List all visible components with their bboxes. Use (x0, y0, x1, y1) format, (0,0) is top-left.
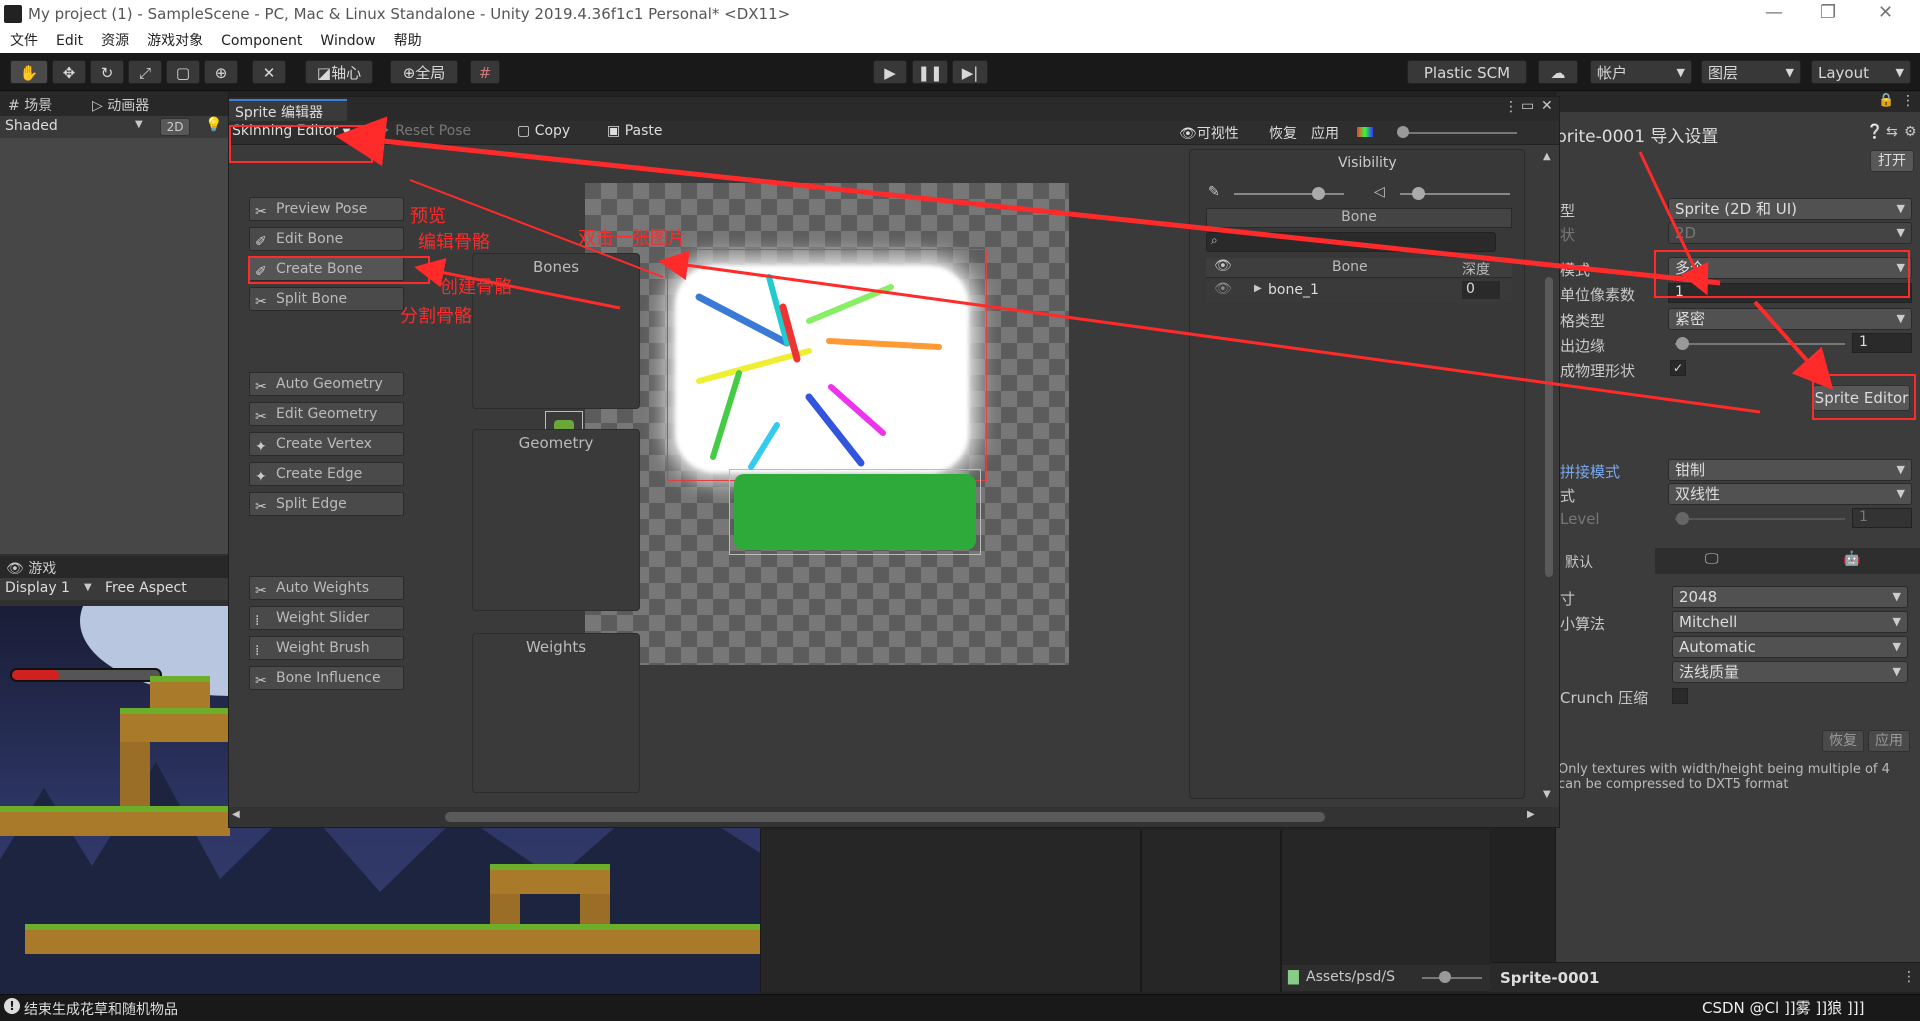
arrow-to-sprite-mode (1638, 151, 1709, 296)
status-bar: ! 结束生成花草和随机物品 CSDN @Cl ]]雾 ]]狼 ]]] (0, 994, 1920, 1021)
arrow-to-create-bone (414, 257, 621, 310)
watermark: CSDN @Cl ]]雾 ]]狼 ]]] (1702, 999, 1865, 1017)
arrow-to-mode (335, 116, 1721, 286)
status-message[interactable]: 结束生成花草和随机物品 (24, 999, 178, 1019)
arrow-to-sprite (658, 250, 1761, 414)
annotation-arrows (335, 116, 1834, 414)
arrow-to-sprite-editor-button (1753, 300, 1834, 390)
info-icon: ! (4, 998, 20, 1014)
line-to-sprite (409, 179, 664, 278)
